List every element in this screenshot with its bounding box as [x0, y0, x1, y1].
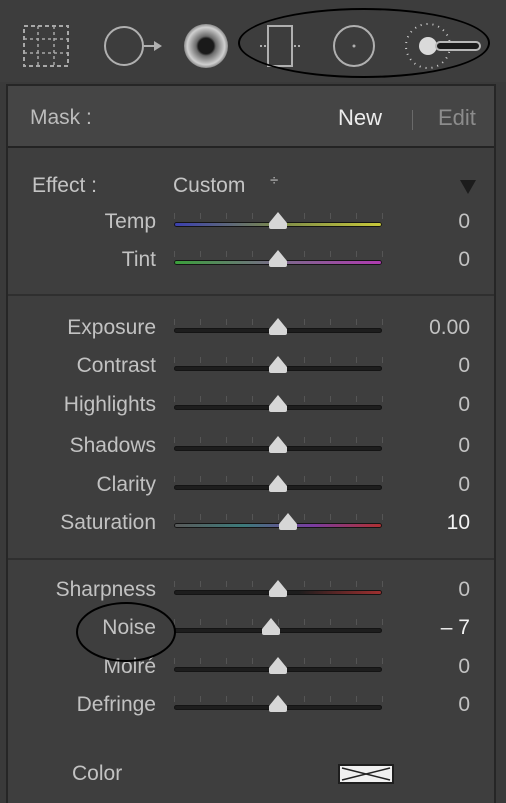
exposure-value[interactable]: 0.00 — [429, 316, 470, 340]
tool-strip — [0, 0, 506, 82]
slider-thumb[interactable] — [269, 395, 287, 412]
clarity-slider[interactable] — [174, 475, 383, 492]
tint-slider[interactable] — [174, 250, 383, 267]
slider-thumb[interactable] — [269, 580, 287, 597]
slider-thumb[interactable] — [269, 356, 287, 373]
exposure-label[interactable]: Exposure — [67, 316, 156, 340]
slider-thumb[interactable] — [269, 212, 287, 229]
slider-thumb[interactable] — [279, 513, 298, 530]
slider-thumb[interactable] — [269, 657, 287, 674]
highlights-value[interactable]: 0 — [458, 393, 470, 417]
annotation-ellipse-noise — [76, 602, 176, 662]
slider-thumb[interactable] — [261, 618, 280, 635]
sharpness-row: Sharpness 0 — [8, 574, 494, 608]
slider-thumb[interactable] — [269, 475, 287, 492]
saturation-slider[interactable] — [174, 513, 383, 530]
shadows-label[interactable]: Shadows — [70, 434, 156, 458]
tint-row: Tint 0 — [8, 244, 494, 278]
defringe-slider[interactable] — [174, 695, 383, 712]
slider-thumb[interactable] — [269, 250, 287, 267]
crop-overlay-icon[interactable] — [18, 20, 74, 72]
local-adjustments-panel: Mask : New Edit Effect : Custom ÷ Temp 0 T… — [6, 84, 496, 803]
temp-row: Temp 0 — [8, 206, 494, 240]
mask-label: Mask : — [30, 106, 92, 129]
panel-disclosure-triangle-icon[interactable] — [460, 180, 476, 194]
effect-preset-dropdown[interactable]: Custom — [173, 174, 245, 198]
mask-separator — [412, 110, 413, 130]
defringe-value[interactable]: 0 — [458, 693, 470, 717]
clarity-label[interactable]: Clarity — [96, 473, 156, 497]
contrast-slider[interactable] — [174, 356, 383, 373]
exposure-row: Exposure 0.00 — [8, 312, 494, 346]
section-divider — [8, 294, 494, 296]
color-swatch[interactable] — [338, 764, 394, 784]
slider-thumb[interactable] — [269, 436, 287, 453]
contrast-value[interactable]: 0 — [458, 354, 470, 378]
highlights-slider[interactable] — [174, 395, 383, 412]
temp-label[interactable]: Temp — [105, 210, 156, 234]
moire-row: Moiré 0 — [8, 651, 494, 685]
slider-ticks — [174, 514, 383, 520]
sharpness-slider[interactable] — [174, 580, 383, 597]
mask-edit-button[interactable]: Edit — [438, 105, 476, 131]
clarity-value[interactable]: 0 — [458, 473, 470, 497]
shadows-value[interactable]: 0 — [458, 434, 470, 458]
temp-value[interactable]: 0 — [458, 210, 470, 234]
color-label: Color — [72, 762, 123, 785]
saturation-row: Saturation 10 — [8, 507, 494, 541]
slider-thumb[interactable] — [269, 318, 287, 335]
tint-value[interactable]: 0 — [458, 248, 470, 272]
highlights-label[interactable]: Highlights — [64, 393, 156, 417]
noise-value[interactable]: – 7 — [441, 616, 470, 640]
no-color-x-icon — [341, 767, 391, 781]
moire-value[interactable]: 0 — [458, 655, 470, 679]
effect-spinner-icon[interactable]: ÷ — [270, 173, 278, 188]
moire-slider[interactable] — [174, 657, 383, 674]
shadows-row: Shadows 0 — [8, 430, 494, 464]
contrast-row: Contrast 0 — [8, 350, 494, 384]
sharpness-label[interactable]: Sharpness — [56, 578, 156, 602]
sharpness-value[interactable]: 0 — [458, 578, 470, 602]
shadows-slider[interactable] — [174, 436, 383, 453]
clarity-row: Clarity 0 — [8, 469, 494, 503]
red-eye-icon[interactable] — [178, 20, 234, 72]
section-divider — [8, 558, 494, 560]
slider-thumb[interactable] — [269, 695, 287, 712]
effect-label: Effect : — [32, 174, 97, 197]
exposure-slider[interactable] — [174, 318, 383, 335]
temp-slider[interactable] — [174, 212, 383, 229]
highlights-row: Highlights 0 — [8, 389, 494, 423]
mask-header: Mask : New Edit — [8, 84, 494, 148]
contrast-label[interactable]: Contrast — [77, 354, 156, 378]
noise-slider[interactable] — [174, 618, 383, 635]
spot-removal-icon[interactable] — [100, 20, 162, 72]
mask-new-button[interactable]: New — [338, 105, 382, 131]
saturation-value[interactable]: 10 — [447, 511, 470, 535]
tint-label[interactable]: Tint — [122, 248, 156, 272]
saturation-label[interactable]: Saturation — [60, 511, 156, 535]
slider-track[interactable] — [174, 523, 382, 528]
annotation-ellipse-tools — [238, 8, 490, 78]
defringe-row: Defringe 0 — [8, 689, 494, 723]
defringe-label[interactable]: Defringe — [77, 693, 156, 717]
